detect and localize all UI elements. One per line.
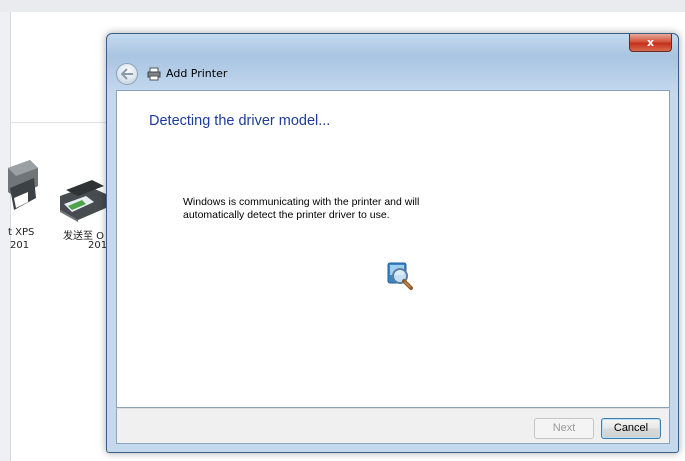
button-bar: Next Cancel [116,408,670,444]
add-printer-dialog: x Add Printer Detecting the driver model… [106,33,679,453]
onenote-printer-icon[interactable] [58,178,108,226]
page-heading: Detecting the driver model... [149,113,331,129]
status-description: Windows is communicating with the printe… [183,196,420,221]
close-button[interactable]: x [629,34,672,52]
background-titlebar [0,0,685,12]
searching-magnifier-icon [387,262,413,290]
window-title: Add Printer [166,67,228,80]
wizard-content: Detecting the driver model... Windows is… [116,90,670,408]
printer-icon [147,67,161,81]
xps-printer-icon[interactable] [8,158,42,226]
xps-printer-label-1: t XPS [8,227,35,238]
back-arrow-icon [120,68,133,80]
next-button[interactable]: Next [534,418,594,439]
cancel-button[interactable]: Cancel [601,418,661,439]
xps-printer-label-2: 201 [10,240,30,251]
background-divider [10,122,110,123]
back-button[interactable] [116,63,138,85]
onenote-printer-label-2: 201 [88,240,108,251]
